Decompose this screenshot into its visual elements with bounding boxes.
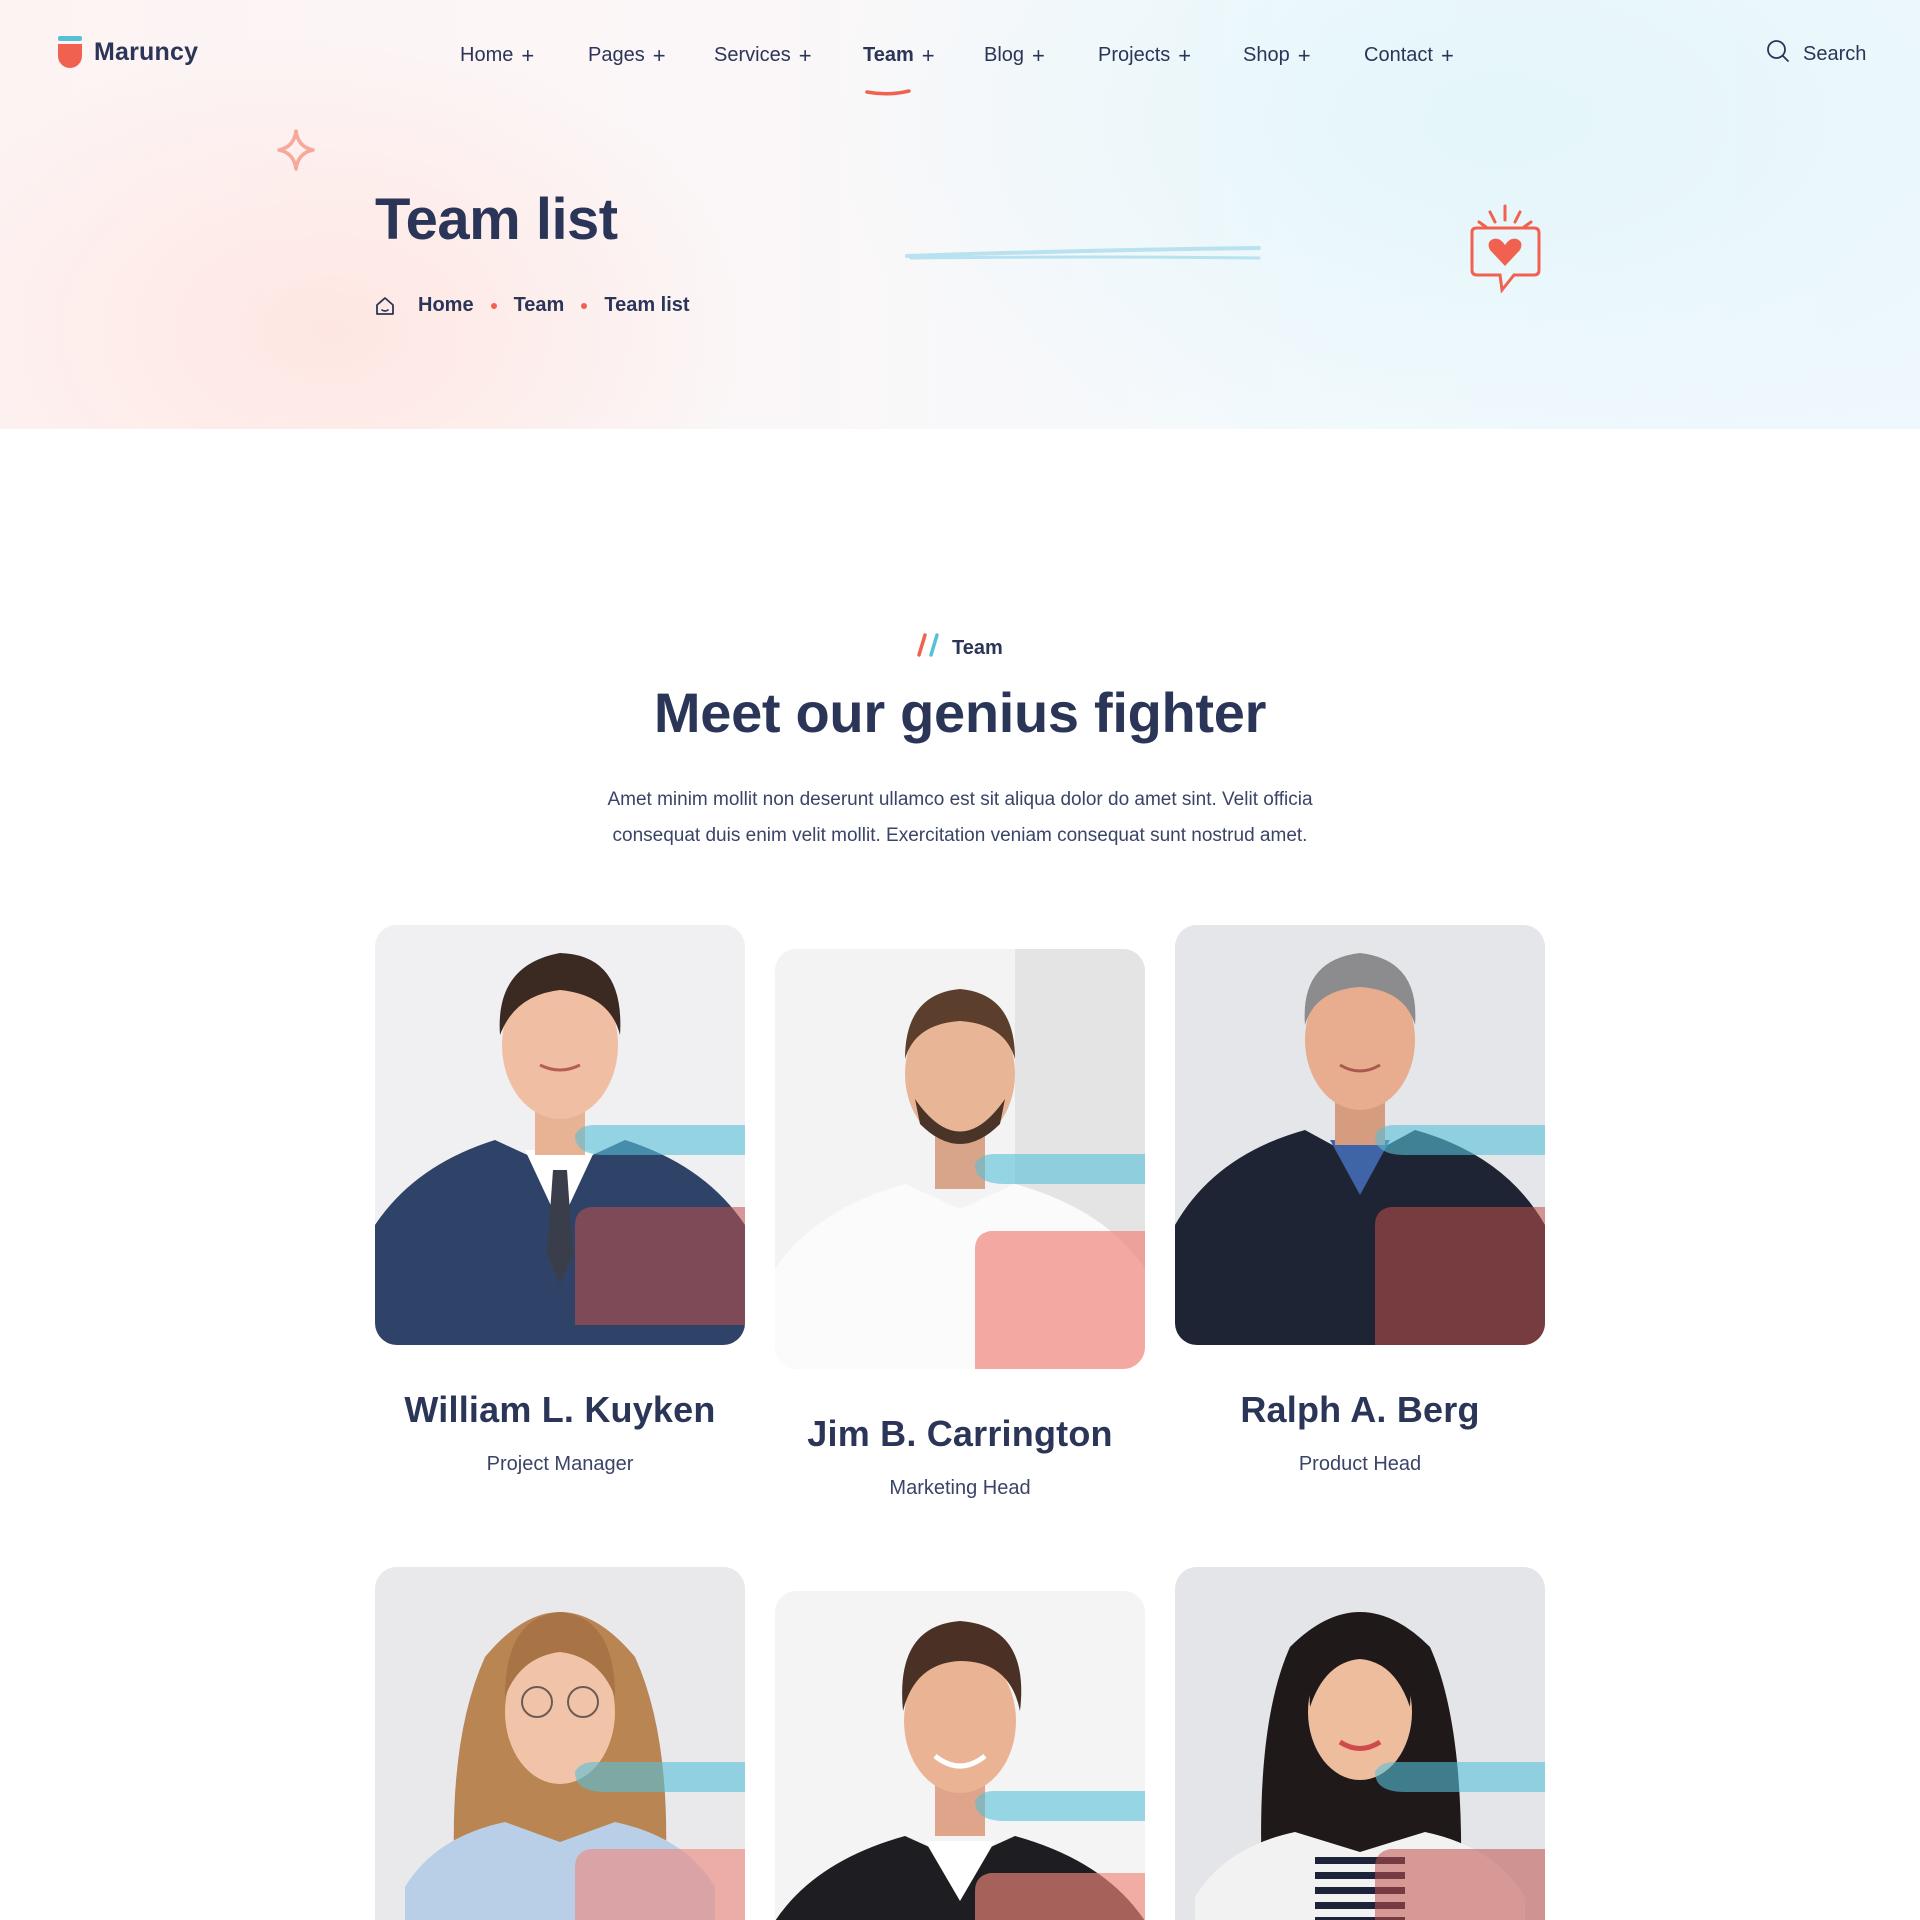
breadcrumb: Home Team Team list: [374, 294, 690, 317]
main-nav: Home + Pages + Services + Team + Blog + …: [460, 42, 1474, 96]
plus-icon: +: [521, 42, 535, 68]
double-slash-icon: [916, 632, 940, 664]
plus-icon: +: [1178, 42, 1192, 68]
sparkle-decoration: [276, 129, 316, 176]
nav-label: Services: [714, 44, 791, 66]
search-button[interactable]: Search: [1766, 39, 1866, 69]
member-photo: [1175, 925, 1545, 1345]
member-name: William L. Kuyken: [404, 1389, 716, 1430]
team-card[interactable]: [775, 1591, 1145, 1920]
section-tag: Team: [916, 632, 1003, 664]
page-title: Team list: [375, 187, 618, 252]
member-photo: [375, 1567, 745, 1920]
breadcrumb-separator: [581, 302, 588, 309]
team-card[interactable]: Ralph A. Berg Product Head: [1175, 925, 1545, 1476]
member-role: Product Head: [1298, 1453, 1422, 1475]
breadcrumb-team[interactable]: Team: [514, 294, 565, 317]
nav-item-home[interactable]: Home +: [460, 44, 588, 67]
plus-icon: +: [798, 42, 812, 68]
member-role: Project Manager: [486, 1453, 634, 1475]
breadcrumb-separator: [490, 302, 497, 309]
team-card[interactable]: [375, 1567, 745, 1920]
member-name: Jim B. Carrington: [807, 1413, 1113, 1454]
plus-icon: +: [1440, 42, 1454, 68]
member-photo: [775, 1591, 1145, 1920]
page-header: Maruncy Home + Pages + Services + Team +…: [0, 0, 1920, 429]
brush-stroke-decoration: [905, 238, 1261, 273]
team-card[interactable]: Jim B. Carrington Marketing Head: [775, 949, 1145, 1500]
description-line: consequat duis enim velit mollit. Exerci…: [612, 825, 1308, 846]
nav-label: Shop: [1243, 44, 1290, 66]
plus-icon: +: [921, 42, 935, 68]
member-photo: [775, 949, 1145, 1369]
brand-name: Maruncy: [94, 37, 199, 66]
breadcrumb-home[interactable]: Home: [418, 294, 474, 317]
nav-item-services[interactable]: Services +: [714, 44, 863, 67]
member-photo: [375, 925, 745, 1345]
nav-item-projects[interactable]: Projects +: [1098, 44, 1243, 67]
nav-item-shop[interactable]: Shop +: [1243, 44, 1364, 67]
nav-item-team[interactable]: Team +: [863, 42, 984, 96]
team-card[interactable]: William L. Kuyken Project Manager: [375, 925, 745, 1476]
nav-label: Team: [863, 44, 914, 66]
nav-label: Home: [460, 44, 514, 66]
section-title: Meet our genius fighter: [653, 681, 1267, 744]
nav-label: Blog: [984, 44, 1025, 66]
section-description: Amet minim mollit non deserunt ullamco e…: [560, 782, 1360, 854]
member-name: Ralph A. Berg: [1240, 1389, 1480, 1430]
heart-chat-icon: [1462, 200, 1548, 305]
nav-item-pages[interactable]: Pages +: [588, 44, 714, 67]
search-icon: [1766, 39, 1790, 69]
brand-logo[interactable]: Maruncy: [58, 36, 198, 68]
home-icon[interactable]: [374, 295, 396, 317]
description-line: Amet minim mollit non deserunt ullamco e…: [607, 789, 1313, 810]
plus-icon: +: [1297, 42, 1311, 68]
nav-item-contact[interactable]: Contact +: [1364, 44, 1474, 67]
nav-label: Pages: [588, 44, 645, 66]
active-underline: [865, 79, 911, 96]
nav-label: Projects: [1098, 44, 1171, 66]
nav-item-blog[interactable]: Blog +: [984, 44, 1098, 67]
plus-icon: +: [652, 42, 666, 68]
logo-icon: [58, 36, 82, 68]
nav-label: Contact: [1364, 44, 1433, 66]
plus-icon: +: [1032, 42, 1045, 68]
section-tag-label: Team: [952, 636, 1003, 659]
breadcrumb-current: Team list: [604, 294, 690, 316]
team-card[interactable]: [1175, 1567, 1545, 1920]
member-role: Marketing Head: [889, 1477, 1031, 1499]
search-label: Search: [1803, 42, 1867, 65]
member-photo: [1175, 1567, 1545, 1920]
